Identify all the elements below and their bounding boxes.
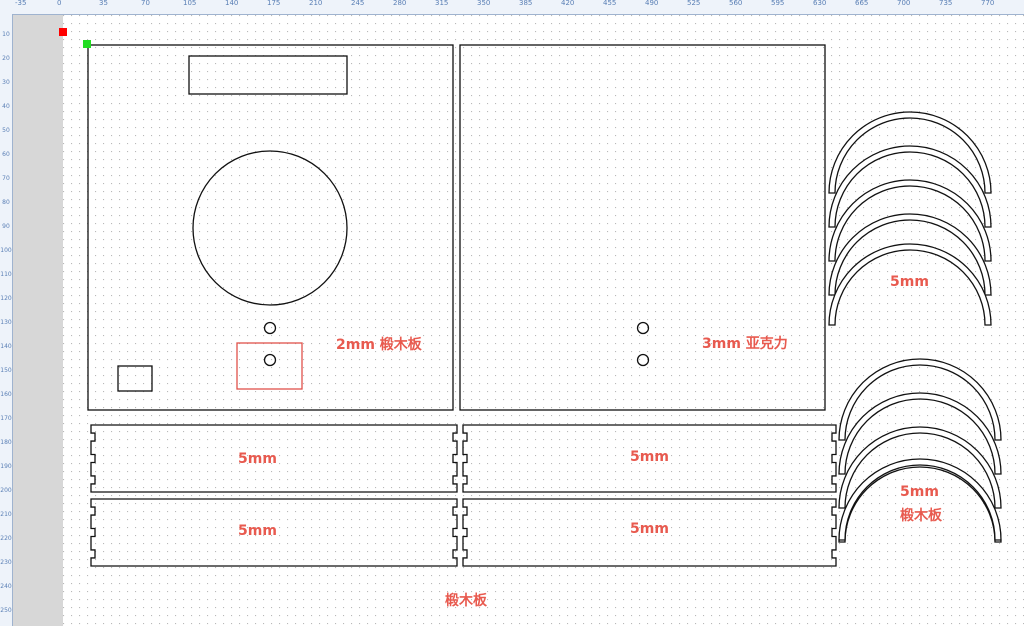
ruler-tick-label: 160 [0, 391, 12, 398]
ruler-tick-label: 140 [225, 0, 239, 7]
strip-thickness-label: 5mm [630, 521, 669, 537]
arc-material-label: 椴木板 [900, 508, 942, 524]
ruler-tick-label: 30 [2, 79, 10, 86]
strip-thickness-label: 5mm [238, 523, 277, 539]
ruler-tick-label: 10 [2, 31, 10, 38]
strip-thickness-label: 5mm [630, 449, 669, 465]
ruler-tick-label: 220 [0, 535, 12, 542]
dot-grid [63, 15, 1024, 626]
ruler-tick-label: 50 [2, 127, 10, 134]
ruler-tick-label: 420 [561, 0, 575, 7]
ruler-tick-label: 80 [2, 199, 10, 206]
ruler-tick-label: 200 [0, 487, 12, 494]
ruler-tick-label: -35 [15, 0, 27, 7]
ruler-tick-label: 560 [729, 0, 743, 7]
ruler-tick-label: 0 [57, 0, 62, 7]
ruler-tick-label: 735 [939, 0, 953, 7]
ruler-tick-label: 20 [2, 55, 10, 62]
ruler-tick-label: 70 [2, 175, 10, 182]
ruler-tick-label: 70 [141, 0, 150, 7]
ruler-tick-label: 130 [0, 319, 12, 326]
ruler-tick-label: 210 [309, 0, 323, 7]
ruler-tick-label: 90 [2, 223, 10, 230]
ruler-tick-label: 230 [0, 559, 12, 566]
anchor-handle[interactable] [83, 40, 91, 48]
drawing-canvas[interactable] [63, 15, 1024, 626]
arc-thickness-label: 5mm [890, 274, 929, 290]
ruler-tick-label: 630 [813, 0, 827, 7]
origin-marker[interactable] [59, 28, 67, 36]
ruler-tick-label: 190 [0, 463, 12, 470]
ruler-tick-label: 490 [645, 0, 659, 7]
ruler-tick-label: 245 [351, 0, 365, 7]
panel-b-material-label: 3mm 亚克力 [702, 336, 788, 352]
canvas-gutter [13, 15, 63, 626]
ruler-tick-label: 665 [855, 0, 869, 7]
ruler-tick-label: 40 [2, 103, 10, 110]
ruler-tick-label: 170 [0, 415, 12, 422]
ruler-tick-label: 60 [2, 151, 10, 158]
ruler-tick-label: 120 [0, 295, 12, 302]
ruler-tick-label: 595 [771, 0, 785, 7]
left-ruler[interactable]: 10 20 30 40 50 60 70 80 90 100 110 120 130 140 150 160 1… [0, 14, 13, 626]
ruler-tick-label: 770 [981, 0, 995, 7]
ruler-tick-label: 280 [393, 0, 407, 7]
panel-a-material-label: 2mm 椴木板 [336, 337, 422, 353]
ruler-tick-label: 140 [0, 343, 12, 350]
arc-thickness-label: 5mm [900, 484, 939, 500]
ruler-tick-label: 35 [99, 0, 108, 7]
ruler-tick-label: 455 [603, 0, 617, 7]
ruler-tick-label: 150 [0, 367, 12, 374]
top-ruler[interactable]: -35 0 35 70 105 140 175 210 245 280 315 350 385 420 45… [0, 0, 1024, 15]
bottom-material-label: 椴木板 [445, 593, 487, 609]
ruler-tick-label: 250 [0, 607, 12, 614]
ruler-tick-label: 240 [0, 583, 12, 590]
ruler-tick-label: 100 [0, 247, 12, 254]
ruler-tick-label: 315 [435, 0, 449, 7]
ruler-tick-label: 180 [0, 439, 12, 446]
strip-thickness-label: 5mm [238, 451, 277, 467]
ruler-tick-label: 210 [0, 511, 12, 518]
ruler-tick-label: 110 [0, 271, 12, 278]
ruler-tick-label: 525 [687, 0, 701, 7]
ruler-tick-label: 175 [267, 0, 281, 7]
ruler-tick-label: 385 [519, 0, 533, 7]
ruler-tick-label: 350 [477, 0, 491, 7]
ruler-tick-label: 105 [183, 0, 197, 7]
ruler-tick-label: 700 [897, 0, 911, 7]
